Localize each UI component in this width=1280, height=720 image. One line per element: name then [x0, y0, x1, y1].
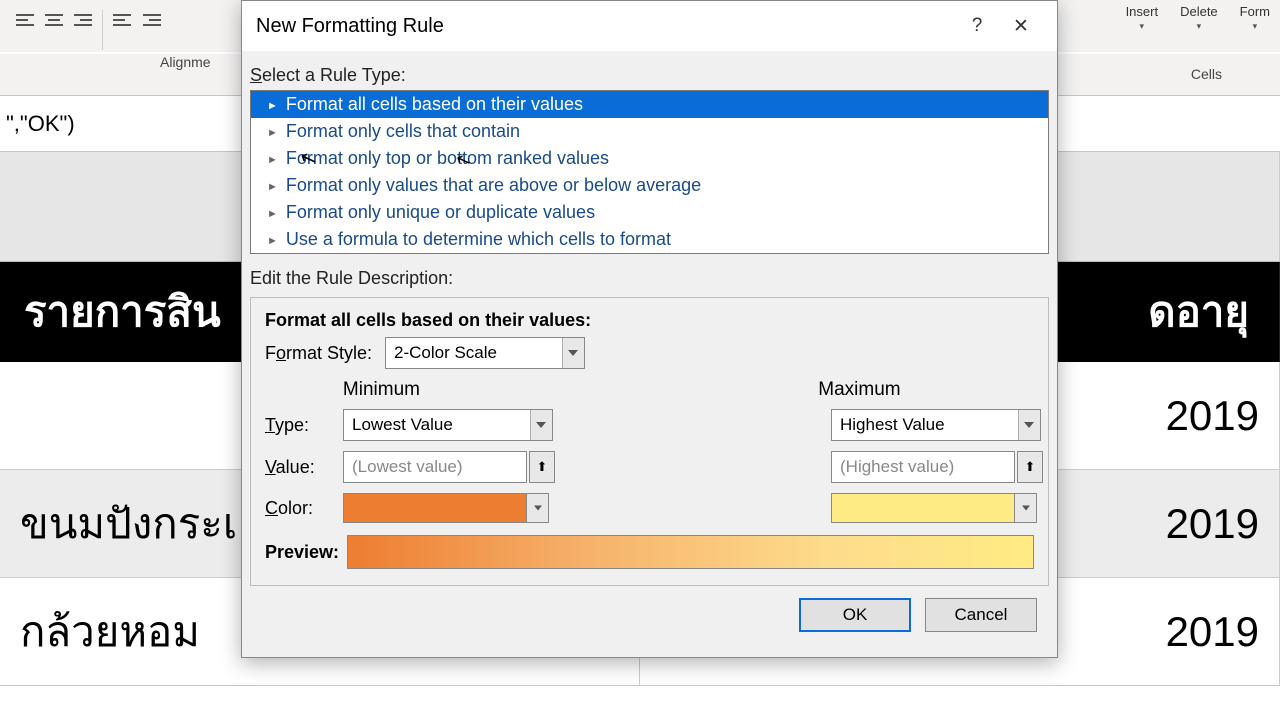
header-text: รายการสิน [24, 279, 221, 345]
arrow-icon: ► [267, 154, 278, 166]
decrease-indent-icon[interactable] [109, 6, 137, 34]
placeholder-text: (Highest value) [840, 457, 954, 477]
collapse-dialog-icon[interactable]: ⬆ [529, 451, 555, 483]
rule-type-label: Use a formula to determine which cells t… [286, 229, 671, 250]
color-swatch [831, 493, 1015, 523]
align-right-icon[interactable] [68, 6, 96, 34]
arrow-icon: ► [267, 127, 278, 139]
dialog-title: New Formatting Rule [256, 15, 444, 38]
button-label: OK [843, 605, 868, 625]
chevron-down-icon: ▾ [1140, 21, 1145, 32]
header-text: ดอายุ [1148, 279, 1249, 345]
cell-text: กล้วยหอม [20, 599, 200, 665]
preview-gradient [347, 535, 1034, 569]
chevron-down-icon [527, 493, 549, 523]
arrow-icon: ► [267, 235, 278, 247]
arrow-icon: ► [267, 208, 278, 220]
chevron-down-icon [1018, 410, 1040, 440]
align-left-icon[interactable] [12, 6, 40, 34]
arrow-icon: ► [267, 181, 278, 193]
rule-type-item[interactable]: ► Format only unique or duplicate values [251, 199, 1048, 226]
ribbon-alignment-group [0, 0, 177, 60]
ribbon-right-buttons: Insert ▾ Delete ▾ Form ▾ [1126, 4, 1270, 32]
min-color-picker[interactable] [343, 493, 559, 523]
value-label: Value: [265, 457, 329, 478]
rule-type-label: Format only values that are above or bel… [286, 175, 701, 196]
close-icon: ✕ [1013, 15, 1029, 38]
rule-type-item[interactable]: ► Use a formula to determine which cells … [251, 226, 1048, 253]
combo-value: Lowest Value [352, 415, 453, 435]
ribbon-insert-button[interactable]: Insert ▾ [1126, 4, 1159, 32]
max-color-picker[interactable] [831, 493, 1047, 523]
ok-button[interactable]: OK [799, 598, 911, 632]
max-type-combo[interactable]: Highest Value [831, 409, 1041, 441]
rule-type-item[interactable]: ► Format only values that are above or be… [251, 172, 1048, 199]
combo-value: 2-Color Scale [394, 343, 497, 363]
cell-text: 2019 [1166, 500, 1259, 548]
format-style-combo[interactable]: 2-Color Scale [385, 337, 585, 369]
cell-text: ขนมปังกระเ [20, 491, 237, 557]
rule-type-label: Format only top or bottom ranked values [286, 148, 609, 169]
color-label: Color: [265, 498, 329, 519]
format-style-row: Format Style: 2-Color Scale [265, 337, 1034, 369]
dialog-button-row: OK Cancel [250, 586, 1049, 632]
placeholder-text: (Lowest value) [352, 457, 463, 477]
combo-value: Highest Value [840, 415, 945, 435]
chevron-down-icon [530, 410, 552, 440]
minimum-header: Minimum [343, 379, 559, 401]
rule-type-item[interactable]: ► Format only top or bottom ranked values [251, 145, 1048, 172]
dialog-titlebar: New Formatting Rule ? ✕ [242, 1, 1057, 51]
formula-bar-text: ","OK") [6, 111, 75, 137]
align-center-icon[interactable] [40, 6, 68, 34]
ribbon-btn-label: Delete [1180, 4, 1218, 19]
ribbon-delete-button[interactable]: Delete ▾ [1180, 4, 1218, 32]
cancel-button[interactable]: Cancel [925, 598, 1037, 632]
rule-type-list[interactable]: ►Format all cells based on their values … [250, 90, 1049, 254]
rule-description-box: Format all cells based on their values: … [250, 297, 1049, 586]
cell-text: 2019 [1166, 608, 1259, 656]
rule-type-label: Format only cells that contain [286, 121, 520, 142]
new-formatting-rule-dialog: New Formatting Rule ? ✕ Select a Rule Ty… [241, 0, 1058, 658]
chevron-down-icon: ▾ [1253, 21, 1258, 32]
type-label: Type: [265, 415, 329, 436]
rule-type-item[interactable]: ► Format only cells that contain [251, 118, 1048, 145]
ribbon-btn-label: Form [1240, 4, 1270, 19]
chevron-down-icon: ▾ [1197, 21, 1202, 32]
help-icon: ? [972, 15, 983, 37]
alignment-group-label: Alignme [160, 54, 211, 95]
arrow-icon: ► [267, 100, 278, 112]
preview-row: Preview: [265, 535, 1034, 569]
cell-text: 2019 [1166, 392, 1259, 440]
ribbon-btn-label: Insert [1126, 4, 1159, 19]
ribbon-format-button[interactable]: Form ▾ [1240, 4, 1270, 32]
edit-description-label: Edit the Rule Description: [250, 268, 1049, 289]
dialog-body: Select a Rule Type: ► Format all cells ba… [242, 51, 1057, 640]
help-button[interactable]: ? [955, 4, 999, 48]
preview-label: Preview: [265, 542, 339, 563]
button-label: Cancel [955, 605, 1008, 625]
rule-type-item[interactable]: ► Format all cells based on their values [251, 91, 1048, 118]
color-swatch [343, 493, 527, 523]
max-value-input[interactable]: (Highest value) [831, 451, 1015, 483]
select-rule-type-label: Select a Rule Type: [250, 65, 1049, 86]
min-type-combo[interactable]: Lowest Value [343, 409, 553, 441]
chevron-down-icon [562, 338, 584, 368]
rule-type-label: Format only unique or duplicate values [286, 202, 595, 223]
min-value-input[interactable]: (Lowest value) [343, 451, 527, 483]
close-button[interactable]: ✕ [999, 4, 1043, 48]
cells-group-label: Cells [1191, 66, 1222, 95]
collapse-dialog-icon[interactable]: ⬆ [1017, 451, 1043, 483]
maximum-header: Maximum [818, 379, 1034, 401]
ribbon-separator [102, 10, 103, 50]
desc-title: Format all cells based on their values: [265, 310, 1034, 331]
increase-indent-icon[interactable] [137, 6, 165, 34]
format-style-label: Format Style: [265, 343, 375, 364]
rule-type-label: Format all cells based on their values [286, 94, 583, 115]
minmax-grid: Type: Lowest Value Highest Value Value: … [265, 409, 1034, 523]
chevron-down-icon [1015, 493, 1037, 523]
